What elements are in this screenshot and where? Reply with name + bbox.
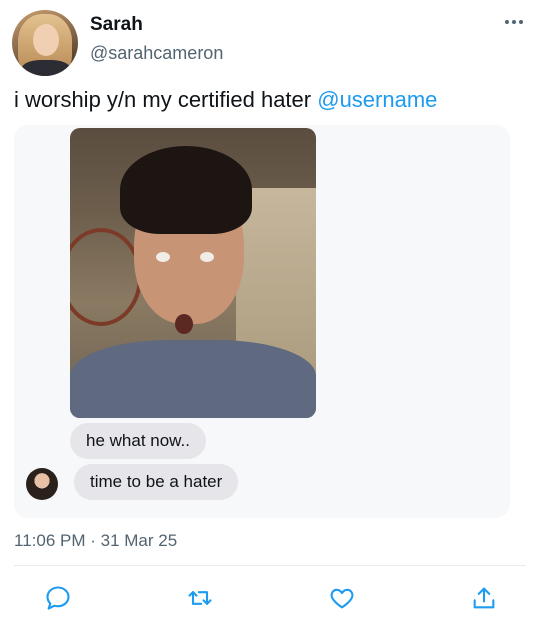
user-handle[interactable]: @sarahcameron (90, 43, 223, 64)
chat-avatar (26, 468, 58, 500)
share-icon[interactable] (470, 584, 498, 612)
avatar-shirt (22, 60, 70, 76)
avatar-face (33, 24, 59, 56)
tweet-body: i worship y/n my certified hater (14, 87, 318, 112)
chat-bubble: time to be a hater (74, 464, 239, 500)
person-body (70, 340, 316, 418)
action-bar (0, 572, 540, 624)
more-icon[interactable] (504, 18, 524, 26)
mention-link[interactable]: @username (317, 87, 437, 112)
divider (14, 565, 526, 566)
chat-bubble: he what now.. (70, 423, 206, 459)
attached-image[interactable]: he what now.. time to be a hater (14, 125, 510, 518)
person-hair (120, 146, 252, 234)
person-eye-left (156, 252, 170, 262)
avatar[interactable] (12, 10, 78, 76)
display-name[interactable]: Sarah (90, 14, 143, 36)
tweet-timestamp[interactable]: 11:06 PM · 31 Mar 25 (14, 531, 177, 551)
reply-icon[interactable] (44, 584, 72, 612)
tweet-text: i worship y/n my certified hater @userna… (14, 86, 437, 114)
retweet-icon[interactable] (186, 584, 214, 612)
person-mouth (175, 314, 193, 334)
chat-photo (70, 128, 316, 418)
bicycle-wheel (70, 228, 142, 326)
person-eye-right (200, 252, 214, 262)
like-icon[interactable] (328, 584, 356, 612)
